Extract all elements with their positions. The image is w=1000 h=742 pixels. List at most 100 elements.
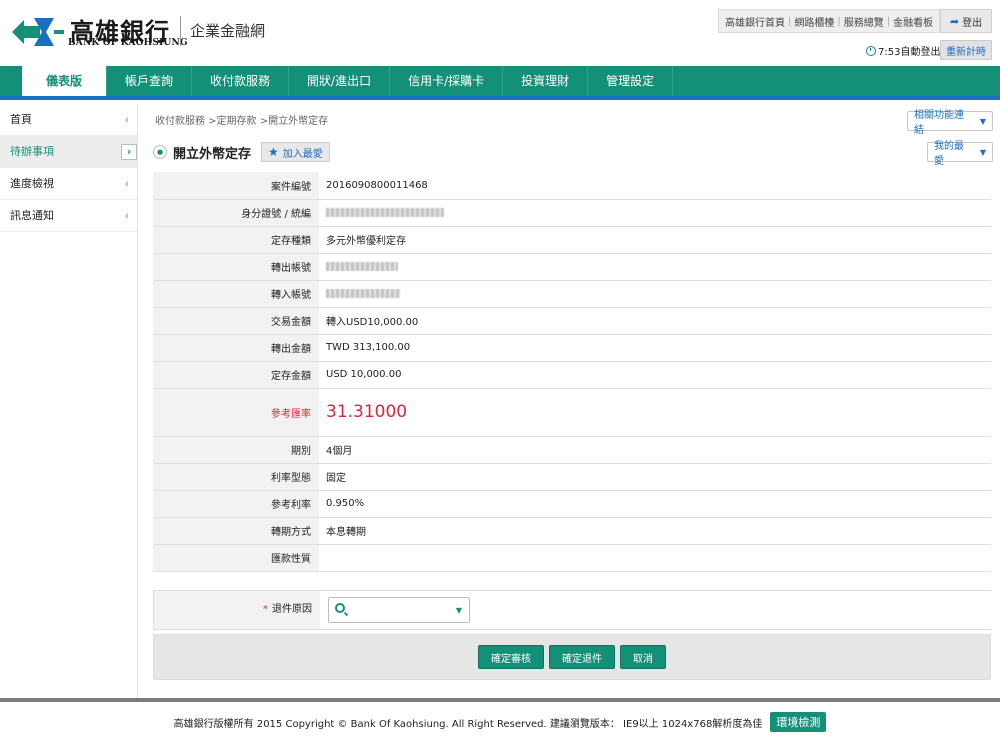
cancel-button[interactable]: 取消: [620, 645, 666, 669]
confirm-approve-button[interactable]: 確定審核: [478, 645, 544, 669]
logout-label: 登出: [962, 17, 983, 29]
field-value: 固定: [319, 463, 991, 491]
session-timer-text: 7:53自動登出: [878, 47, 941, 58]
field-label: 匯款性質: [153, 544, 319, 572]
nav-cards[interactable]: 信用卡/採購卡: [390, 66, 504, 96]
clock-icon: [866, 45, 876, 56]
sidebar-item-home[interactable]: 首頁 ‹: [0, 104, 137, 136]
field-label: 轉期方式: [153, 517, 319, 545]
nav-investment[interactable]: 投資理財: [503, 66, 589, 96]
footer: 高雄銀行版權所有 2015 Copyright © Bank Of Kaohsi…: [0, 702, 1000, 742]
field-label: 交易金額: [153, 307, 319, 335]
nav-underline: [0, 96, 1000, 100]
bank-name-en: BANK OF KAOHSIUNG: [68, 38, 188, 48]
field-label: 轉出帳號: [153, 253, 319, 281]
logout-button[interactable]: ➦ 登出: [940, 9, 992, 33]
field-label: 定存種類: [153, 226, 319, 254]
my-favorites-dropdown[interactable]: 我的最愛 ▼: [927, 141, 993, 167]
nav-settings[interactable]: 管理設定: [588, 66, 674, 96]
field-label: 期別: [153, 436, 319, 464]
environment-check-button[interactable]: 環境檢測: [770, 712, 827, 732]
redacted-value: [326, 207, 444, 217]
field-label: 參考匯率: [153, 388, 319, 437]
chevron-left-icon: ‹: [124, 113, 129, 126]
chevron-left-icon: ‹: [124, 177, 129, 190]
table-row: 轉入帳號: [153, 280, 991, 308]
field-value: 本息轉期: [319, 517, 991, 545]
caret-down-icon: ▼: [979, 147, 986, 157]
table-row: 利率型態 固定: [153, 463, 991, 491]
nav-dashboard[interactable]: 儀表版: [22, 66, 108, 96]
toplink-services[interactable]: 服務總覽: [844, 14, 884, 29]
caret-down-icon: ▼: [455, 606, 462, 615]
add-favorite-button[interactable]: ★ 加入最愛: [261, 142, 330, 162]
nav-payments[interactable]: 收付款服務: [192, 66, 290, 96]
table-row: 轉出金額 TWD 313,100.00: [153, 334, 991, 362]
session-timer: 7:53自動登出: [866, 43, 940, 58]
breadcrumb: 收付款服務 >定期存款 >開立外幣定存: [155, 116, 329, 127]
my-favorites-label: 我的最愛: [934, 141, 964, 167]
table-row: 參考利率 0.950%: [153, 490, 991, 518]
required-mark: *: [263, 604, 268, 615]
field-value: 31.31000: [319, 388, 991, 437]
table-row: 定存金額 USD 10,000.00: [153, 361, 991, 389]
table-row: 參考匯率 31.31000: [153, 388, 991, 437]
field-value: [319, 253, 991, 281]
field-value: 4個月: [319, 436, 991, 464]
toplink-home[interactable]: 高雄銀行首頁: [725, 14, 785, 29]
sidebar-item-label: 進度檢視: [10, 177, 54, 190]
return-reason-select[interactable]: ▼: [328, 597, 470, 623]
caret-down-icon: ▼: [979, 116, 986, 126]
chevron-right-icon: ›: [121, 144, 137, 160]
sidebar-item-progress[interactable]: 進度檢視 ‹: [0, 168, 137, 200]
field-value: 多元外幣優利定存: [319, 226, 991, 254]
field-label: 定存金額: [153, 361, 319, 389]
nav-trade[interactable]: 開狀/進出口: [289, 66, 391, 96]
star-icon: ★: [268, 145, 279, 159]
toplink-board[interactable]: 金融看板: [893, 14, 933, 29]
sidebar-item-todo[interactable]: 待辦事項 ›: [0, 136, 137, 168]
field-value: 0.950%: [319, 490, 991, 518]
footer-copyright: 高雄銀行版權所有 2015 Copyright © Bank Of Kaohsi…: [173, 718, 763, 730]
table-row: 轉期方式 本息轉期: [153, 517, 991, 545]
field-label: 參考利率: [153, 490, 319, 518]
chevron-left-icon: ‹: [124, 209, 129, 222]
search-icon: [335, 603, 345, 613]
field-label: 利率型態: [153, 463, 319, 491]
related-links-dropdown[interactable]: 相關功能連結 ▼: [907, 110, 993, 136]
top-links: 高雄銀行首頁 | 網路櫃檯 | 服務總覽 | 金融看板: [718, 9, 941, 33]
redacted-value: [326, 288, 400, 298]
sidebar-item-label: 待辦事項: [10, 145, 54, 158]
field-value: USD 10,000.00: [319, 361, 991, 389]
field-label: 身分證號 / 統編: [153, 199, 319, 227]
field-value: [319, 544, 991, 572]
return-reason-row: * 退件原因 ▼: [153, 590, 991, 630]
logout-icon: ➦: [949, 14, 960, 28]
confirm-return-button[interactable]: 確定退件: [549, 645, 615, 669]
table-row: 案件編號 2016090800011468: [153, 172, 991, 200]
table-row: 定存種類 多元外幣優利定存: [153, 226, 991, 254]
field-value: 轉入USD10,000.00: [319, 307, 991, 335]
add-favorite-label: 加入最愛: [282, 148, 323, 160]
field-value: [319, 280, 991, 308]
kaohsiung-logo-icon: [12, 18, 64, 46]
reset-timer-button[interactable]: 重新計時: [940, 40, 992, 60]
action-bar: 確定審核 確定退件 取消: [153, 634, 991, 680]
field-value: TWD 313,100.00: [319, 334, 991, 362]
header: 高雄銀行 BANK OF KAOHSIUNG 企業金融網 高雄銀行首頁 | 網路櫃…: [0, 0, 1000, 66]
page-title: 開立外幣定存: [173, 146, 252, 162]
main-nav: 儀表版 帳戶查詢 收付款服務 開狀/進出口 信用卡/採購卡 投資理財 管理設定: [0, 66, 1000, 96]
field-value: [319, 199, 991, 227]
table-row: 匯款性質: [153, 544, 991, 572]
table-row: 交易金額 轉入USD10,000.00: [153, 307, 991, 335]
bullet-icon: ●: [153, 145, 167, 159]
sidebar: 首頁 ‹ 待辦事項 › 進度檢視 ‹ 訊息通知 ‹: [0, 104, 138, 700]
sidebar-item-messages[interactable]: 訊息通知 ‹: [0, 200, 137, 232]
table-row: 轉出帳號: [153, 253, 991, 281]
redacted-value: [326, 261, 398, 271]
toplink-counter[interactable]: 網路櫃檯: [794, 14, 834, 29]
nav-accounts[interactable]: 帳戶查詢: [107, 66, 193, 96]
sidebar-item-label: 訊息通知: [10, 209, 54, 222]
detail-table: 案件編號 2016090800011468 身分證號 / 統編 定存種類 多元外幣優利定…: [153, 172, 991, 572]
logo-divider: [180, 16, 181, 46]
